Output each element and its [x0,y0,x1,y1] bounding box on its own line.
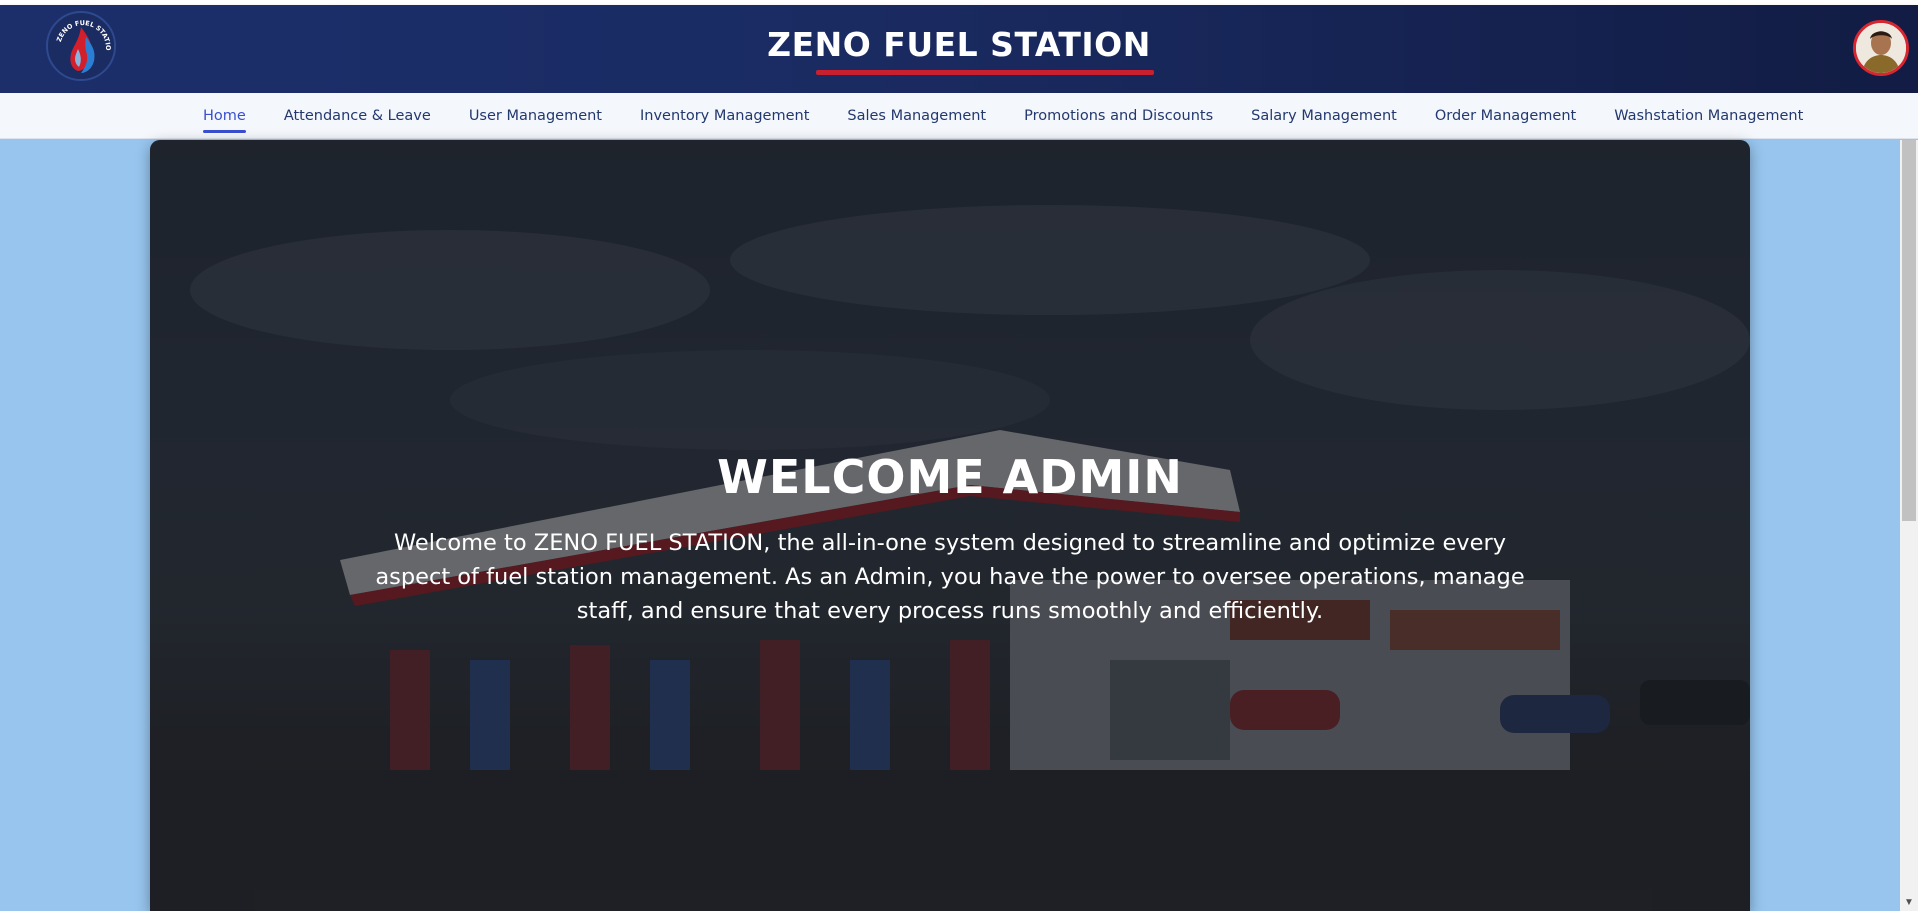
nav-item-home[interactable]: Home [203,93,246,139]
nav-item-washstation-management[interactable]: Washstation Management [1614,93,1803,139]
scroll-thumb[interactable] [1902,140,1916,521]
chevron-down-icon[interactable]: ▼ [1900,894,1918,911]
welcome-text: Welcome to ZENO FUEL STATION, the all-in… [375,530,1525,624]
welcome-heading: WELCOME ADMIN [717,450,1183,504]
nav-item-user-management[interactable]: User Management [469,93,602,139]
nav-item-inventory-management[interactable]: Inventory Management [640,93,809,139]
title-underline [816,70,1154,75]
main-nav: Home Attendance & Leave User Management … [0,93,1918,139]
nav-list: Home Attendance & Leave User Management … [203,93,1841,139]
hero-banner: WELCOME ADMIN Welcome to ZENO FUEL STATI… [150,140,1750,911]
nav-item-sales-management[interactable]: Sales Management [847,93,986,139]
nav-item-attendance-leave[interactable]: Attendance & Leave [284,93,431,139]
app-header: ZENO FUEL STATION ZENO FUEL STATION [0,5,1918,93]
nav-item-promotions-discounts[interactable]: Promotions and Discounts [1024,93,1213,139]
page-scrollbar[interactable]: ▼ [1900,140,1918,911]
user-avatar-icon[interactable] [1853,20,1909,76]
app-title: ZENO FUEL STATION [767,25,1151,64]
nav-item-order-management[interactable]: Order Management [1435,93,1576,139]
nav-item-salary-management[interactable]: Salary Management [1251,93,1397,139]
